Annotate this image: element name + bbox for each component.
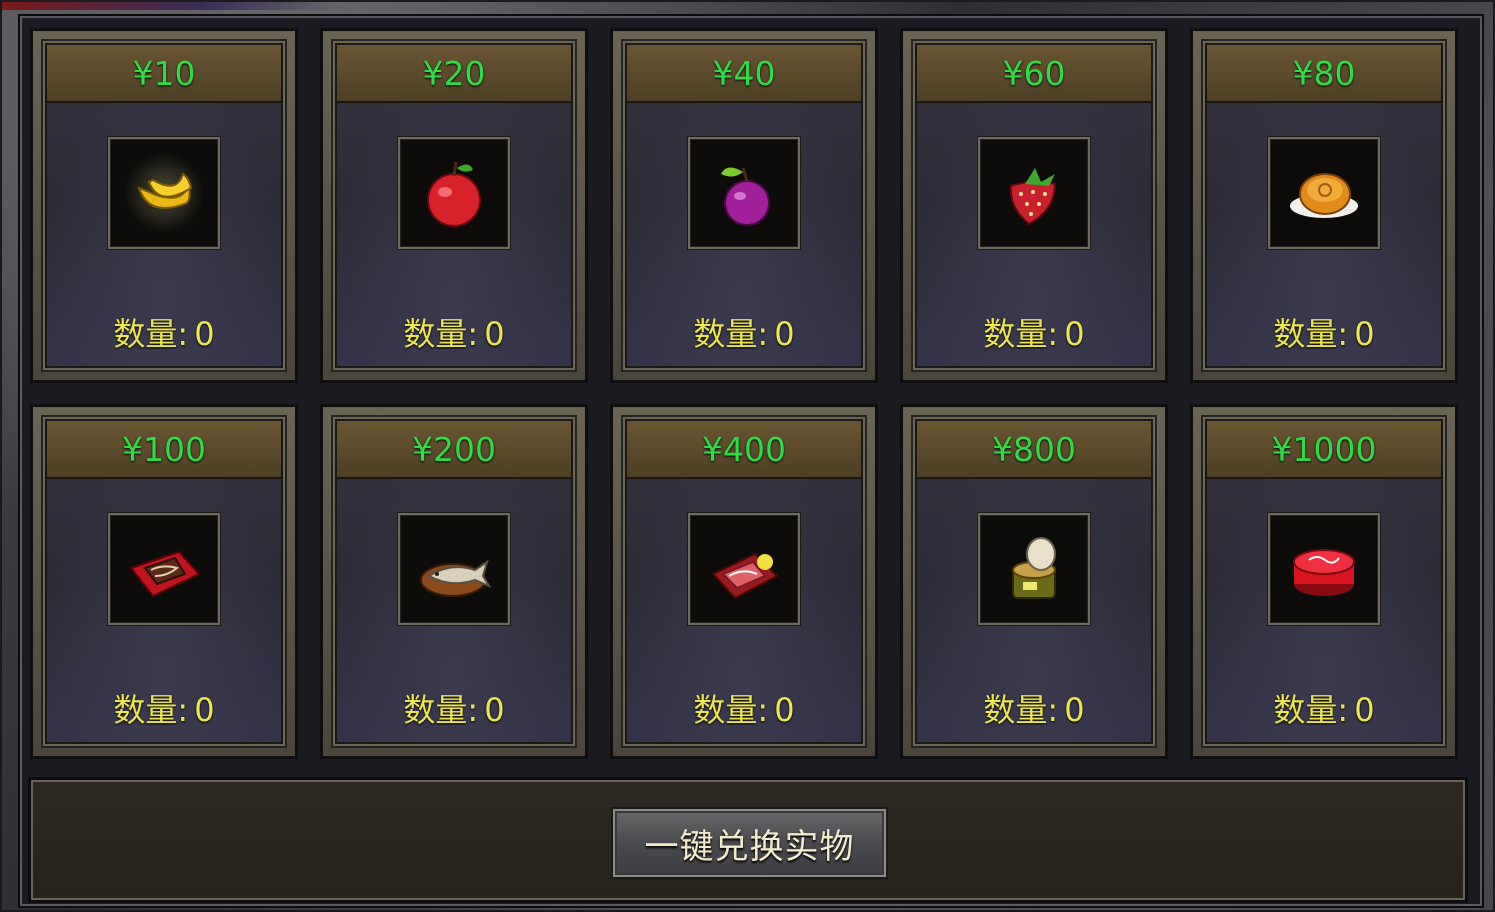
- item-card[interactable]: ¥40 数量: 0: [610, 28, 878, 383]
- item-card[interactable]: ¥80 数量: 0: [1190, 28, 1458, 383]
- apple-icon: [427, 161, 481, 227]
- item-card[interactable]: ¥100 数量: 0: [30, 404, 298, 759]
- item-card[interactable]: ¥1000 数量: 0: [1190, 404, 1458, 759]
- quantity-text: 数量: 0: [983, 315, 1085, 353]
- item-slot[interactable]: [688, 137, 800, 249]
- exchange-panel-frame: ¥10 数量: 0 ¥20 数量: 0 ¥40 数量: 0 ¥60 数量: 0 …: [0, 0, 1495, 912]
- item-slot[interactable]: [398, 513, 510, 625]
- strawberry-icon: [1009, 168, 1057, 226]
- exchange-all-label: 一键兑换实物: [644, 826, 855, 867]
- quantity-text: 数量: 0: [983, 691, 1085, 729]
- item-card[interactable]: ¥10 数量: 0: [30, 28, 298, 383]
- item-card[interactable]: ¥400 数量: 0: [610, 404, 878, 759]
- price-label: ¥60: [1002, 53, 1066, 93]
- price-header: ¥80: [1207, 45, 1441, 103]
- item-slot[interactable]: [688, 513, 800, 625]
- item-card[interactable]: ¥200 数量: 0: [320, 404, 588, 759]
- item-slot[interactable]: [1268, 513, 1380, 625]
- quantity-text: 数量: 0: [113, 315, 215, 353]
- quantity-text: 数量: 0: [403, 691, 505, 729]
- price-label: ¥20: [422, 53, 486, 93]
- item-slot[interactable]: [978, 137, 1090, 249]
- frame-ornament: [2, 2, 332, 10]
- quantity-text: 数量: 0: [693, 691, 795, 729]
- price-header: ¥10: [47, 45, 281, 103]
- canned-food-icon: [1012, 537, 1056, 599]
- price-header: ¥20: [337, 45, 571, 103]
- price-header: ¥1000: [1207, 421, 1441, 479]
- quantity-text: 数量: 0: [693, 315, 795, 353]
- banana-icon: [124, 153, 204, 233]
- item-card[interactable]: ¥60 数量: 0: [900, 28, 1168, 383]
- plum-icon: [721, 167, 770, 226]
- item-slot[interactable]: [108, 137, 220, 249]
- price-header: ¥60: [917, 45, 1151, 103]
- birthday-cake-icon: [1293, 549, 1355, 596]
- quantity-text: 数量: 0: [1273, 315, 1375, 353]
- item-card[interactable]: ¥20 数量: 0: [320, 28, 588, 383]
- price-label: ¥1000: [1271, 429, 1377, 469]
- price-label: ¥800: [992, 429, 1076, 469]
- price-label: ¥200: [412, 429, 496, 469]
- price-label: ¥80: [1292, 53, 1356, 93]
- price-header: ¥40: [627, 45, 861, 103]
- price-label: ¥40: [712, 53, 776, 93]
- quantity-text: 数量: 0: [403, 315, 505, 353]
- meat-platter-icon: [711, 552, 779, 600]
- chocolate-cake-icon: [129, 550, 201, 598]
- item-slot[interactable]: [978, 513, 1090, 625]
- price-header: ¥100: [47, 421, 281, 479]
- quantity-text: 数量: 0: [113, 691, 215, 729]
- price-header: ¥400: [627, 421, 861, 479]
- quantity-text: 数量: 0: [1273, 691, 1375, 729]
- grilled-fish-icon: [420, 559, 492, 597]
- price-label: ¥100: [122, 429, 206, 469]
- item-slot[interactable]: [1268, 137, 1380, 249]
- price-header: ¥200: [337, 421, 571, 479]
- mooncake-icon: [1290, 173, 1358, 218]
- item-slot[interactable]: [398, 137, 510, 249]
- price-header: ¥800: [917, 421, 1151, 479]
- exchange-all-button[interactable]: 一键兑换实物: [611, 807, 888, 879]
- item-card[interactable]: ¥800 数量: 0: [900, 404, 1168, 759]
- price-label: ¥10: [132, 53, 196, 93]
- item-slot[interactable]: [108, 513, 220, 625]
- price-label: ¥400: [702, 429, 786, 469]
